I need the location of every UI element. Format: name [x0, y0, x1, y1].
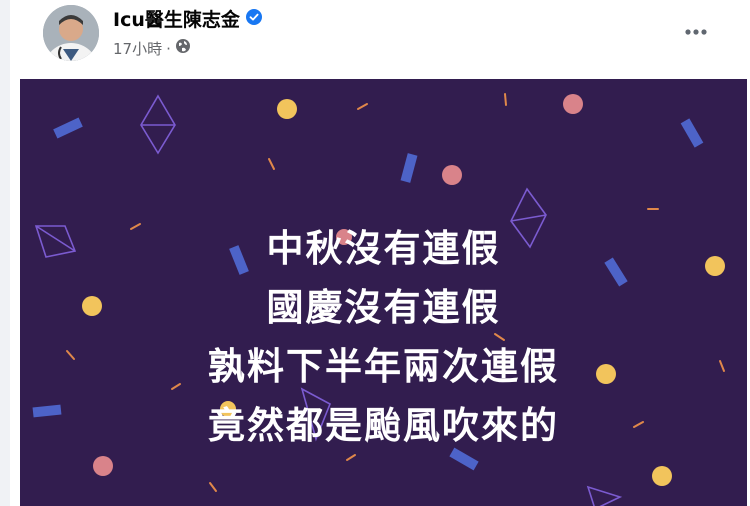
- post-image[interactable]: 中秋沒有連假 國慶沒有連假 孰料下半年兩次連假 竟然都是颱風吹來的: [20, 79, 747, 506]
- author-avatar[interactable]: [43, 5, 99, 61]
- image-text-line: 中秋沒有連假: [266, 227, 501, 270]
- more-options-button[interactable]: [678, 16, 714, 44]
- post-meta: 17小時 ·: [113, 38, 191, 59]
- author-name[interactable]: Icu醫生陳志金: [113, 5, 262, 32]
- verified-badge-icon: [245, 8, 262, 30]
- meta-separator: ·: [166, 40, 171, 58]
- post-image-text: 中秋沒有連假 國慶沒有連假 孰料下半年兩次連假 竟然都是颱風吹來的: [20, 219, 747, 455]
- globe-icon[interactable]: [175, 38, 191, 58]
- image-text-line: 竟然都是颱風吹來的: [208, 404, 559, 447]
- image-text-line: 國慶沒有連假: [266, 286, 501, 329]
- more-options-icon: [684, 21, 708, 40]
- post-timestamp[interactable]: 17小時: [113, 40, 162, 58]
- post-card: Icu醫生陳志金 17小時 · 中秋沒有連假 國慶沒有連假 孰料下半年兩次連假 …: [10, 0, 750, 506]
- image-text-line: 孰料下半年兩次連假: [208, 345, 559, 388]
- author-name-text[interactable]: Icu醫生陳志金: [113, 9, 240, 31]
